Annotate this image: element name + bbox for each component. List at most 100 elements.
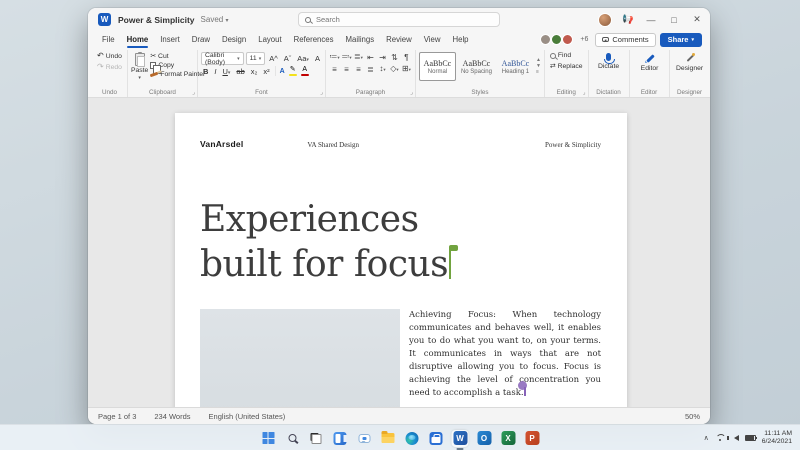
megaphone-icon[interactable]: 📢 (621, 14, 635, 25)
change-case-button[interactable]: Aa▾ (295, 54, 311, 63)
clear-formatting-button[interactable]: A (313, 54, 322, 63)
style-normal[interactable]: AaBbCc Normal (418, 52, 456, 81)
tab-view[interactable]: View (418, 33, 447, 46)
bold-button[interactable]: B (201, 67, 210, 76)
battery-icon[interactable] (744, 435, 757, 441)
tab-help[interactable]: Help (446, 33, 474, 46)
undo-button[interactable]: ↶ Undo (95, 51, 124, 61)
collaborator-avatar[interactable] (540, 34, 552, 45)
tray-expand-chevron[interactable]: ∧ (704, 434, 709, 442)
document-heading[interactable]: Experiences built for focus (175, 149, 627, 287)
styles-more-button[interactable]: ≡ (536, 69, 541, 75)
collaborator-avatar[interactable] (562, 34, 574, 45)
tab-layout[interactable]: Layout (252, 33, 287, 46)
redo-button[interactable]: ↷ Redo (95, 62, 124, 72)
maximize-button[interactable]: □ (667, 15, 681, 25)
search-input[interactable] (316, 15, 493, 24)
shading-button[interactable]: ◇▾ (389, 64, 400, 75)
tab-draw[interactable]: Draw (186, 33, 216, 46)
search-box[interactable] (298, 12, 500, 27)
outlook-button[interactable]: O (476, 430, 493, 447)
clipboard-dialog-launcher[interactable]: ⌟ (192, 89, 195, 96)
show-paragraph-marks-button[interactable]: ¶ (401, 53, 412, 63)
borders-button[interactable]: ⊞▾ (401, 64, 412, 75)
widgets-button[interactable] (332, 430, 349, 447)
line-spacing-button[interactable]: ↕▾ (377, 64, 388, 75)
document-title[interactable]: Power & Simplicity (118, 15, 195, 25)
word-count[interactable]: 234 Words (154, 412, 190, 421)
share-button[interactable]: Share ▾ (659, 32, 702, 47)
user-avatar[interactable] (598, 12, 612, 27)
justify-button[interactable]: ≣ (365, 65, 376, 75)
designer-button[interactable]: Designer (673, 51, 707, 72)
italic-button[interactable]: I (212, 67, 218, 76)
tab-file[interactable]: File (96, 33, 121, 46)
numbering-button[interactable]: ≕▾ (341, 52, 352, 63)
tab-review[interactable]: Review (380, 33, 418, 46)
align-center-button[interactable]: ≡ (341, 65, 352, 75)
clock[interactable]: 11:11 AM 6/24/2021 (762, 430, 792, 446)
chevron-down-icon: ▾ (227, 69, 231, 76)
collaborator-avatar[interactable] (551, 34, 563, 45)
increase-indent-button[interactable]: ⇥ (377, 53, 388, 63)
document-paragraph[interactable]: Achieving Focus: When technology communi… (409, 309, 601, 407)
document-header[interactable]: VanArsdel VA Shared Design Power & Simpl… (175, 113, 627, 149)
subscript-button[interactable]: x₂ (249, 67, 260, 76)
superscript-button[interactable]: x² (261, 67, 271, 76)
font-size-select[interactable]: 11 ▾ (245, 52, 266, 65)
style-no-spacing[interactable]: AaBbCc No Spacing (458, 52, 495, 81)
underline-button[interactable]: U▾ (220, 67, 232, 76)
wifi-icon[interactable] (715, 434, 725, 442)
language-indicator[interactable]: English (United States) (209, 412, 286, 421)
edge-button[interactable] (404, 430, 421, 447)
store-button[interactable] (428, 430, 445, 447)
document-page[interactable]: VanArsdel VA Shared Design Power & Simpl… (175, 113, 627, 407)
bullets-button[interactable]: ≔▾ (329, 52, 340, 63)
start-button[interactable] (260, 430, 277, 447)
highlight-color-button[interactable]: ✎ (288, 66, 298, 76)
tab-insert[interactable]: Insert (154, 33, 186, 46)
font-dialog-launcher[interactable]: ⌟ (320, 89, 323, 96)
zoom-level[interactable]: 50% (685, 412, 700, 421)
strikethrough-button[interactable]: ab (234, 67, 246, 76)
page-indicator[interactable]: Page 1 of 3 (98, 412, 136, 421)
font-color-button[interactable]: A (300, 66, 310, 76)
decrease-indent-button[interactable]: ⇤ (365, 53, 376, 63)
speaker-icon[interactable] (726, 435, 739, 441)
taskbar-search-button[interactable] (284, 430, 301, 447)
paste-button[interactable]: Paste ▾ (131, 51, 148, 81)
save-status[interactable]: Saved ▾ (201, 15, 229, 24)
tab-mailings[interactable]: Mailings (340, 33, 381, 46)
dictate-button[interactable]: Dictate (592, 51, 626, 70)
grow-font-button[interactable]: A^ (267, 54, 280, 63)
multilevel-list-button[interactable]: ≣▾ (353, 52, 364, 63)
minimize-button[interactable]: — (644, 15, 658, 25)
tab-home[interactable]: Home (121, 33, 155, 48)
paragraph-dialog-launcher[interactable]: ⌟ (410, 89, 413, 96)
pen-icon (645, 53, 655, 63)
document-image[interactable] (200, 309, 400, 407)
tab-references[interactable]: References (288, 33, 340, 46)
style-heading-1[interactable]: AaBbCc Heading 1 (497, 52, 534, 81)
comments-button[interactable]: Comments (595, 32, 656, 47)
text-effects-button[interactable]: A (279, 68, 286, 75)
font-family-select[interactable]: Calibri (Body) ▾ (200, 52, 244, 66)
tab-design[interactable]: Design (216, 33, 252, 46)
editing-dialog-launcher[interactable]: ⌟ (583, 89, 586, 96)
close-button[interactable]: ✕ (690, 14, 704, 25)
find-button[interactable]: Find (548, 51, 585, 60)
editor-button[interactable]: Editor (633, 51, 667, 72)
sort-button[interactable]: ⇅ (389, 53, 400, 63)
shrink-font-button[interactable]: Aˇ (282, 54, 294, 63)
collaborator-overflow-count[interactable]: +6 (580, 36, 588, 43)
word-taskbar-button[interactable]: W (451, 429, 469, 450)
file-explorer-button[interactable] (380, 430, 397, 447)
replace-button[interactable]: ⇄ Replace (548, 61, 585, 71)
task-view-button[interactable] (308, 430, 325, 447)
powerpoint-button[interactable]: P (524, 430, 541, 447)
align-left-button[interactable]: ≡ (329, 65, 340, 75)
chat-button[interactable] (356, 430, 373, 447)
word-app-icon[interactable]: W (98, 13, 111, 26)
align-right-button[interactable]: ≡ (353, 65, 364, 75)
excel-button[interactable]: X (500, 430, 517, 447)
